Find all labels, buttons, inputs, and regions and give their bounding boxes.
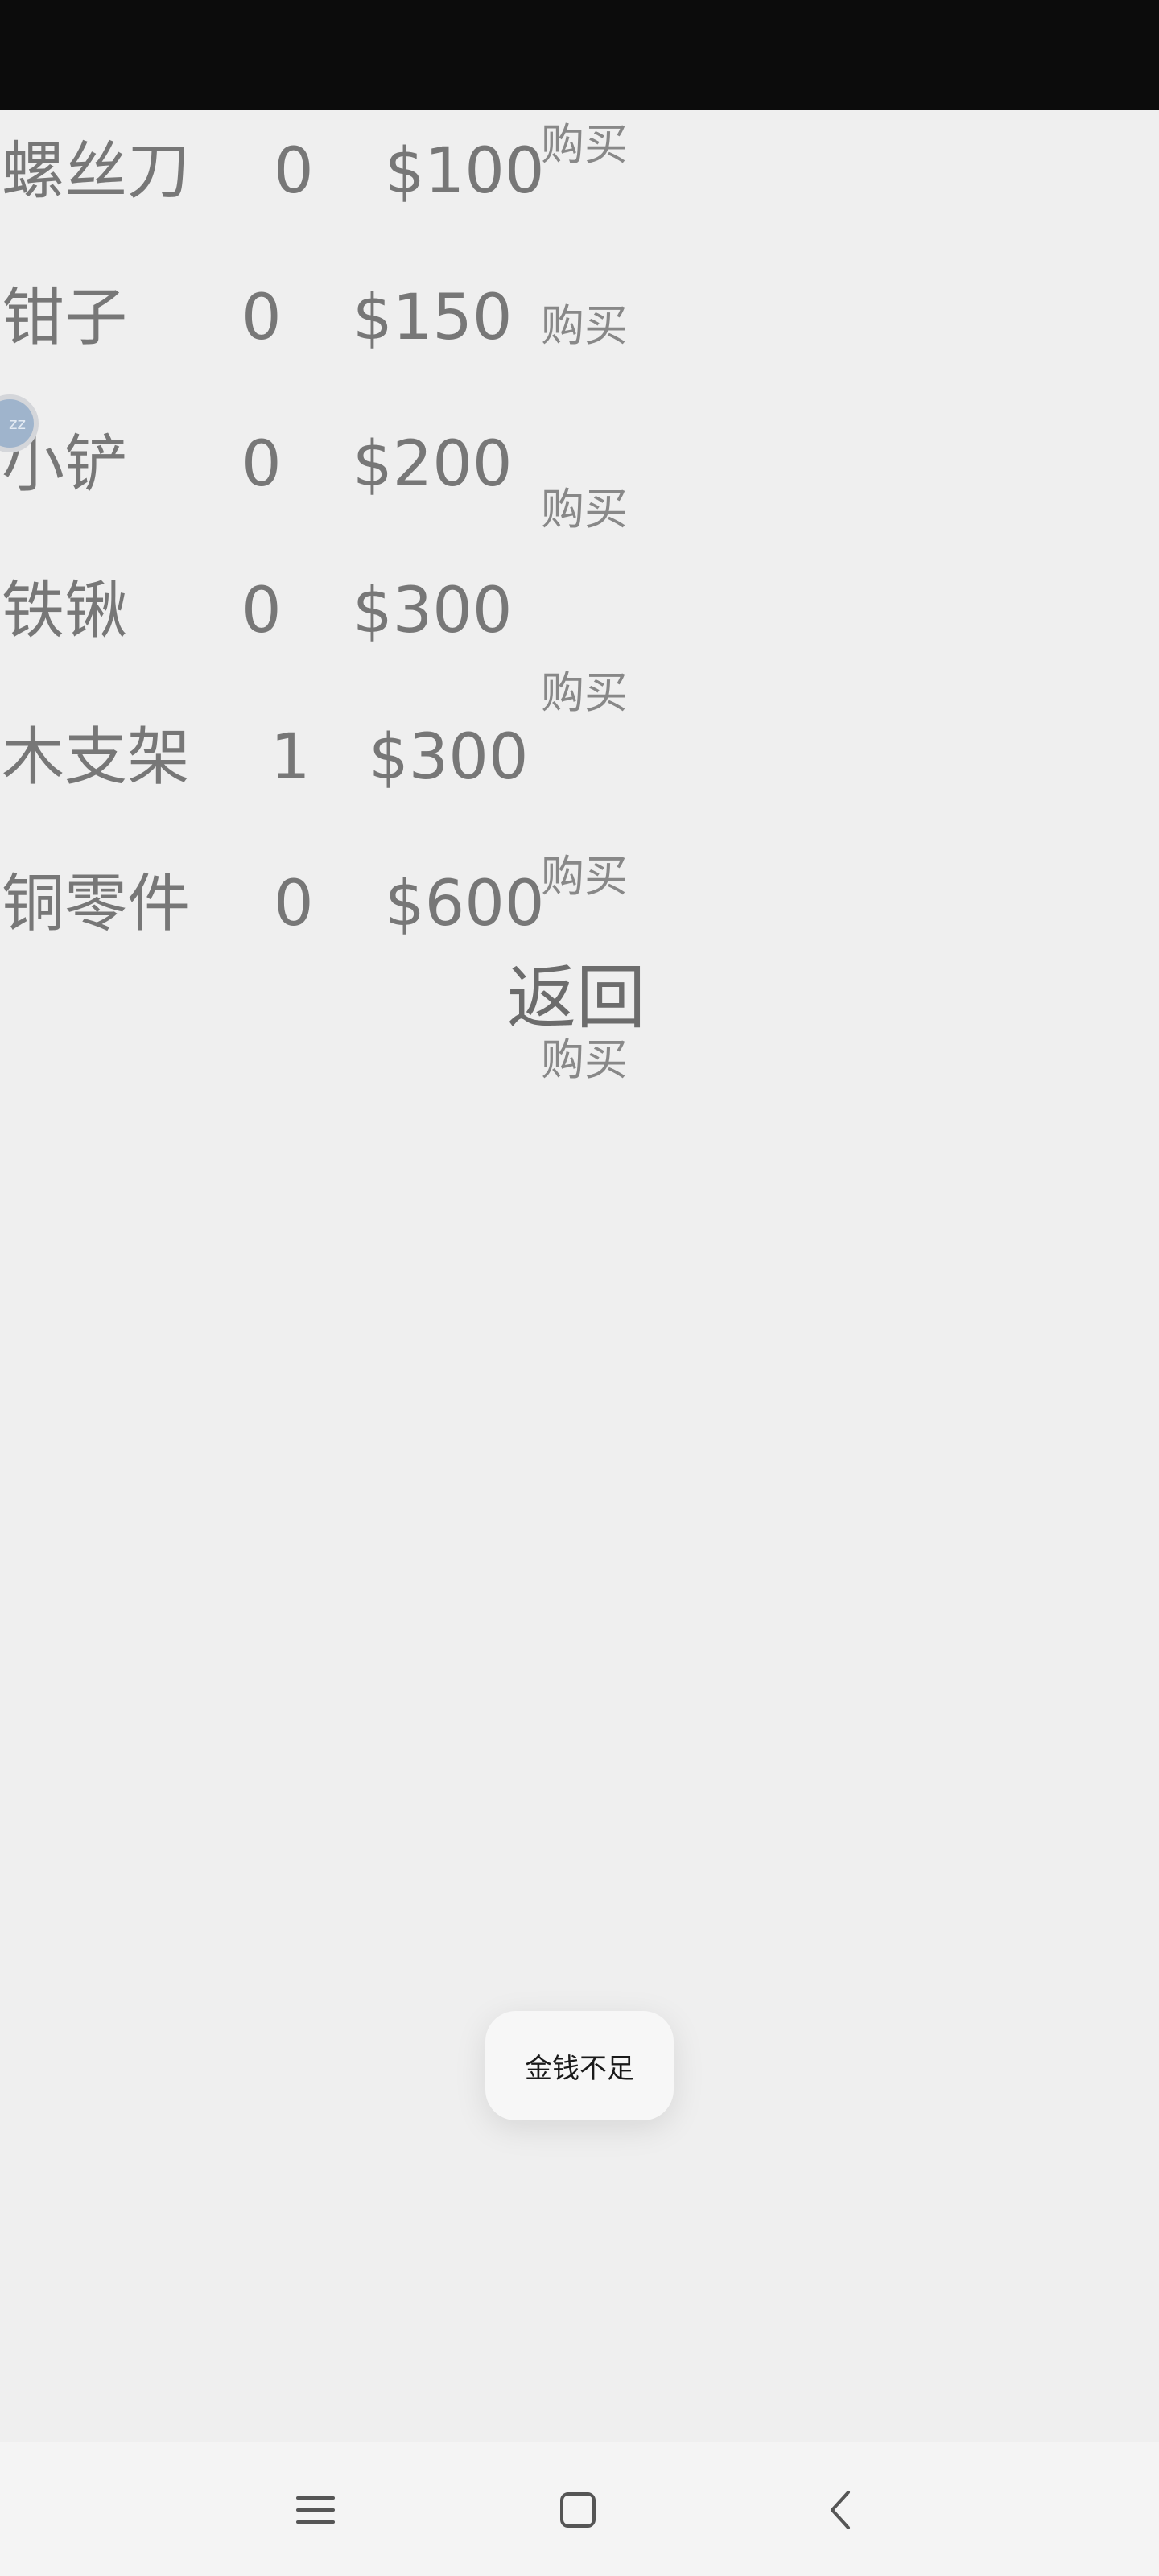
item-price: $150	[353, 282, 513, 354]
buy-button[interactable]: 购买	[541, 481, 628, 538]
item-price: $100	[385, 135, 545, 208]
item-count: 0	[241, 575, 282, 647]
buy-button[interactable]: 购买	[541, 298, 628, 354]
item-name: 铁锹	[2, 575, 128, 647]
item-count: 0	[274, 868, 314, 940]
item-price: $300	[369, 721, 529, 794]
list-item: 木支架 1 $300	[0, 717, 1159, 798]
buy-button[interactable]: 购买	[541, 665, 628, 721]
navigation-bar	[0, 2442, 1159, 2576]
item-name: 木支架	[2, 721, 191, 794]
item-price: $200	[353, 428, 513, 501]
back-button[interactable]: 返回	[507, 958, 645, 1038]
item-count: 0	[241, 282, 282, 354]
item-name: 螺丝刀	[2, 135, 191, 208]
toast-message: 金钱不足	[525, 2052, 634, 2085]
buy-button[interactable]: 购买	[541, 848, 628, 905]
home-icon[interactable]	[546, 2478, 610, 2542]
back-icon[interactable]	[808, 2478, 872, 2542]
status-bar	[0, 0, 1159, 110]
buy-button[interactable]: 购买	[541, 1032, 628, 1088]
menu-icon[interactable]	[283, 2478, 348, 2542]
list-item: 铁锹 0 $300	[0, 571, 1159, 651]
floating-ball-label: zz	[9, 414, 26, 433]
item-price: $300	[353, 575, 513, 647]
item-count: 0	[241, 428, 282, 501]
item-price: $600	[385, 868, 545, 940]
item-count: 1	[270, 721, 311, 794]
item-count: 0	[274, 135, 314, 208]
toast: 金钱不足	[485, 2011, 674, 2120]
item-name: 铜零件	[2, 868, 191, 940]
item-name: 钳子	[2, 282, 128, 354]
buy-button[interactable]: 购买	[541, 117, 628, 173]
